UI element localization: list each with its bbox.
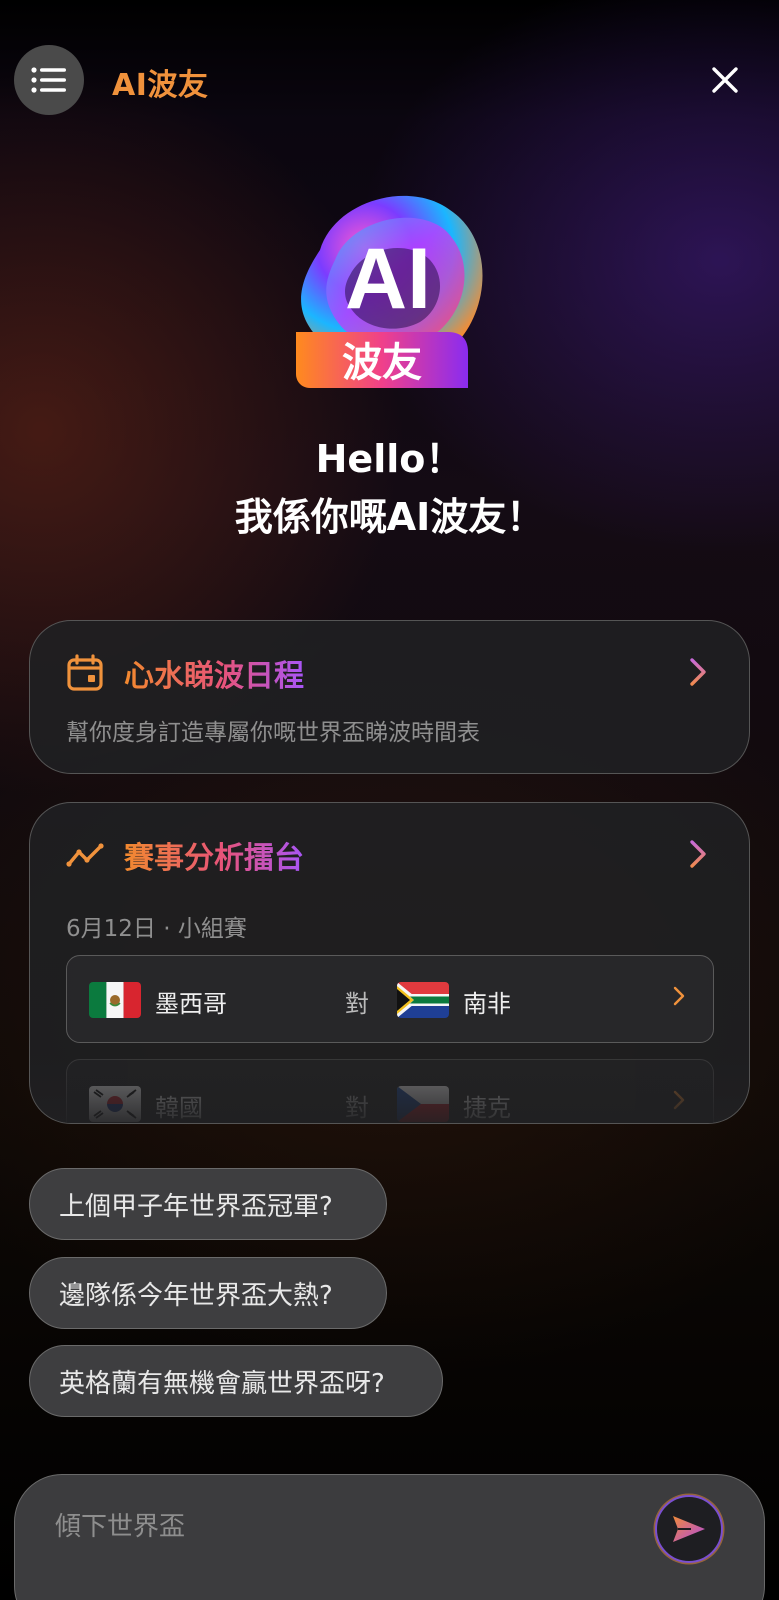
send-button[interactable] [655, 1495, 723, 1563]
versus-label: 對 [345, 990, 369, 1018]
menu-button[interactable] [14, 45, 84, 115]
chevron-right-icon [690, 658, 706, 686]
mexico-flag [89, 982, 141, 1018]
ai-buddy-logo: AI 波友 [280, 180, 500, 400]
suggestion-chip[interactable]: 上個甲子年世界盃冠軍? [29, 1168, 387, 1240]
suggestion-chip[interactable]: 邊隊係今年世界盃大熱? [29, 1257, 387, 1329]
trend-line-icon [66, 843, 104, 867]
list-menu-icon [31, 67, 66, 93]
chat-input[interactable] [55, 1505, 615, 1549]
greeting-text: Hello！ 我係你嘅AI波友！ [0, 430, 779, 546]
team-b-name: 南非 [463, 990, 511, 1018]
schedule-card-subtitle: 幫你度身訂造專屬你嘅世界盃睇波時間表 [66, 720, 480, 746]
match-date-label: 6月12日 · 小組賽 [66, 916, 247, 942]
ai-chat-screen: AI 波友 AI 波友 Hello！ 我係你嘅AI波友！ 心水睇波日程 幫你度身訂… [0, 0, 779, 1600]
schedule-card-title: 心水睇波日程 [124, 651, 304, 695]
close-icon [712, 67, 738, 93]
close-button[interactable] [705, 60, 745, 100]
match-analysis-title: 賽事分析擂台 [124, 833, 304, 877]
match-row[interactable]: 墨西哥 對 南非 [66, 955, 714, 1043]
south-africa-flag [397, 982, 449, 1018]
match-analysis-card: 賽事分析擂台 6月12日 · 小組賽 墨西哥 對 南非 [29, 802, 750, 1124]
greeting-line-2: 我係你嘅AI波友！ [234, 495, 545, 539]
chevron-right-icon[interactable] [687, 838, 709, 870]
scroll-fade [30, 1053, 749, 1123]
team-a-name: 墨西哥 [155, 990, 227, 1018]
chat-input-bar [14, 1474, 765, 1600]
app-title: AI波友 [112, 68, 209, 103]
suggestion-chip[interactable]: 英格蘭有無機會贏世界盃呀? [29, 1345, 443, 1417]
match-analysis-header[interactable]: 賽事分析擂台 [66, 833, 304, 877]
svg-text:AI: AI [345, 231, 431, 327]
chevron-right-icon [673, 986, 685, 1006]
send-icon [673, 1516, 705, 1542]
calendar-icon [67, 654, 103, 691]
schedule-card[interactable]: 心水睇波日程 幫你度身訂造專屬你嘅世界盃睇波時間表 [29, 620, 750, 774]
greeting-line-1: Hello！ [315, 437, 464, 481]
svg-text:波友: 波友 [342, 340, 422, 386]
